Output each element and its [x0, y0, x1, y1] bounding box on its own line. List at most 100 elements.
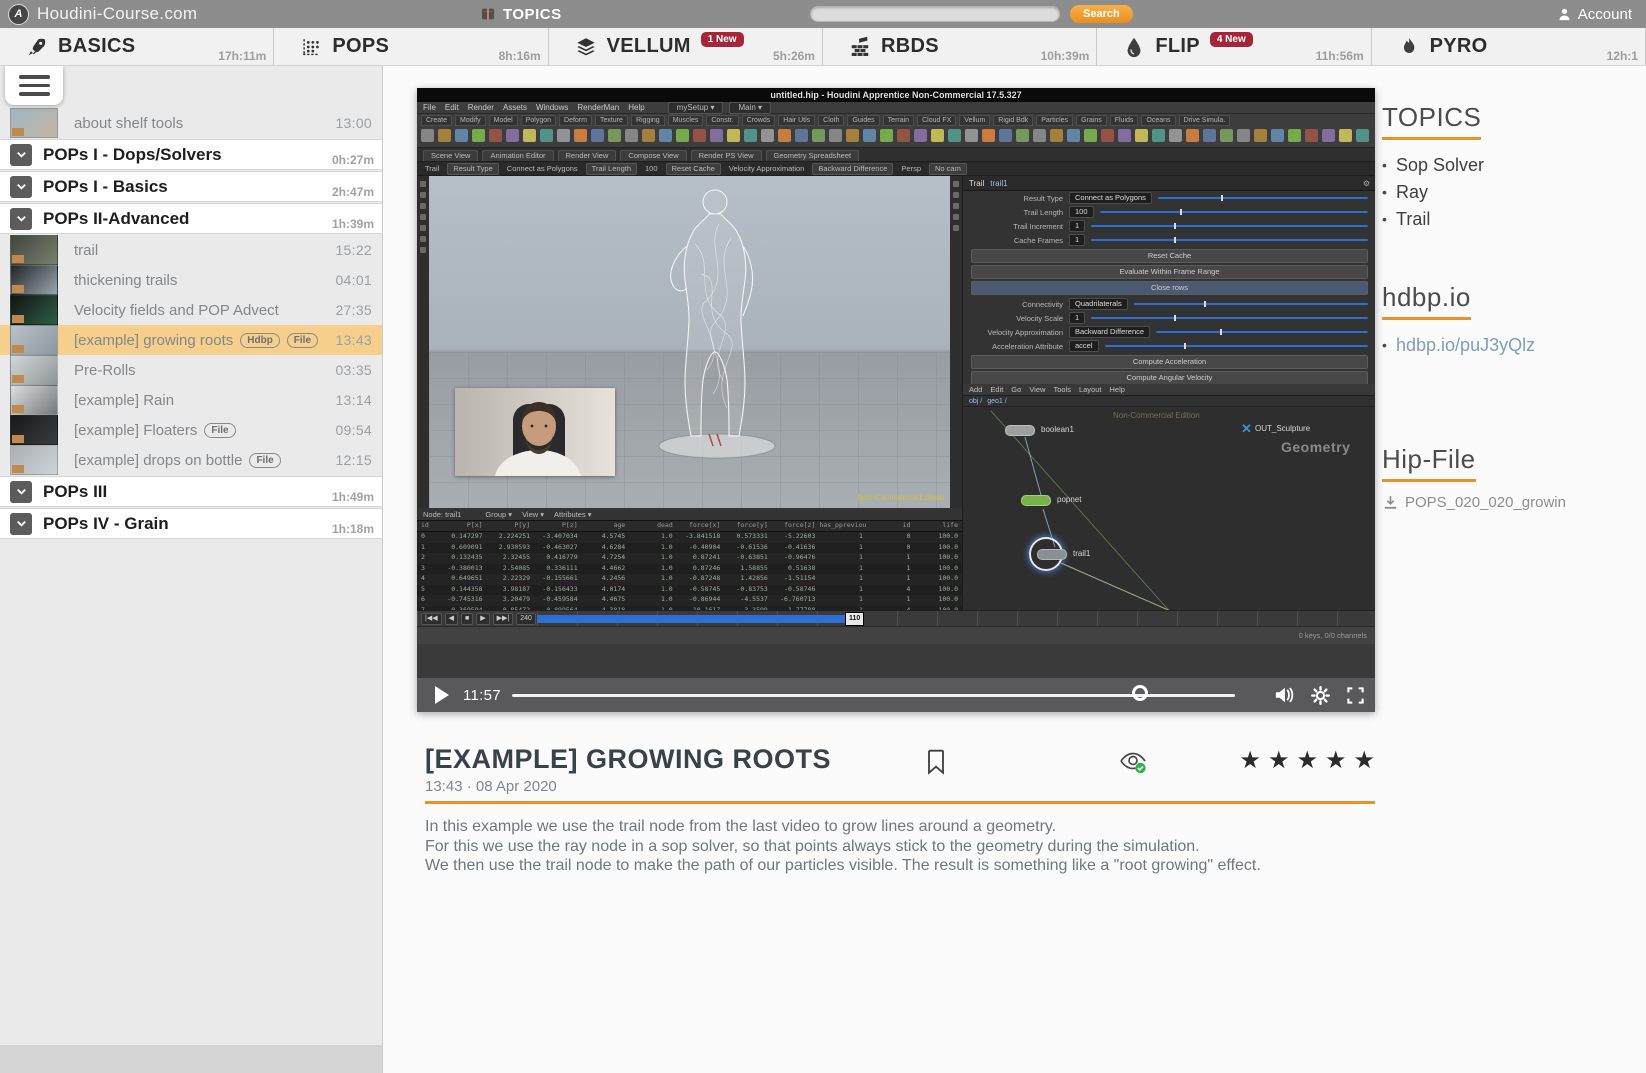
houdini-menu-item[interactable]: Windows: [536, 103, 568, 112]
chevron-down-icon[interactable]: [10, 208, 32, 230]
houdini-desktop-select[interactable]: mySetup ▾: [668, 102, 724, 114]
viewport-toolbar-item[interactable]: Backward Difference: [812, 163, 893, 175]
houdini-menu-item[interactable]: Assets: [503, 103, 527, 112]
tab-pops[interactable]: POPS8h:16m: [274, 28, 548, 65]
sheet-toolbar-item[interactable]: View ▾: [522, 510, 544, 519]
shelf-tool-icon[interactable]: [795, 129, 808, 142]
settings-gear-icon[interactable]: [1311, 686, 1330, 705]
shelf-tool-icon[interactable]: [897, 129, 910, 142]
houdini-timeline[interactable]: |◀◀◀■▶▶▶|240 110: [417, 610, 1375, 626]
network-path-crumb[interactable]: obj /: [969, 398, 982, 405]
shelf-tab[interactable]: Rigid Bdk: [993, 115, 1033, 126]
shelf-tool-icon[interactable]: [659, 129, 672, 142]
shelf-tab[interactable]: Oceans: [1141, 115, 1175, 126]
viewport-toolbar-item[interactable]: Reset Cache: [666, 163, 721, 175]
shelf-tool-icon[interactable]: [506, 129, 519, 142]
chevron-down-icon[interactable]: [10, 176, 32, 198]
transport-button[interactable]: 240: [516, 613, 536, 625]
transport-button[interactable]: ▶: [476, 613, 489, 625]
shelf-tool-icon[interactable]: [642, 129, 655, 142]
shelf-tool-icon[interactable]: [1339, 129, 1352, 142]
node-popnet[interactable]: [1021, 495, 1051, 506]
site-title[interactable]: Houdini-Course.com: [37, 4, 197, 24]
star-icon[interactable]: ★: [1296, 748, 1318, 774]
network-menu-item[interactable]: Add: [969, 385, 982, 394]
network-menu-item[interactable]: Help: [1109, 385, 1124, 394]
watched-eye-icon[interactable]: [1118, 748, 1148, 776]
section-row[interactable]: POPs II-Advanced1h:39m: [0, 203, 382, 234]
viewport-toolbar-item[interactable]: No cam: [929, 163, 967, 175]
star-icon[interactable]: ★: [1239, 748, 1261, 774]
shelf-tool-icon[interactable]: [421, 129, 434, 142]
shelf-tool-icon[interactable]: [999, 129, 1012, 142]
shelf-tool-icon[interactable]: [523, 129, 536, 142]
shelf-tab[interactable]: Fluids: [1110, 115, 1139, 126]
shelf-tab[interactable]: Muscles: [668, 115, 704, 126]
shelf-tab[interactable]: Create: [421, 115, 452, 126]
chevron-down-icon[interactable]: [10, 481, 32, 503]
transport-button[interactable]: ▶▶|: [493, 613, 514, 625]
star-icon[interactable]: ★: [1325, 748, 1347, 774]
video-player[interactable]: untitled.hip - Houdini Apprentice Non-Co…: [417, 88, 1375, 712]
chevron-down-icon[interactable]: [10, 144, 32, 166]
parameter-button[interactable]: Close rows: [971, 281, 1368, 295]
houdini-desktop-select[interactable]: Main ▾: [729, 102, 771, 114]
shelf-tool-icon[interactable]: [931, 129, 944, 142]
bookmark-icon[interactable]: [923, 748, 949, 776]
video-list-item[interactable]: thickening trails04:01: [0, 265, 382, 295]
topic-item[interactable]: Trail: [1382, 206, 1644, 233]
parameter-button[interactable]: Compute Angular Velocity: [971, 371, 1368, 384]
shelf-tool-icon[interactable]: [1254, 129, 1267, 142]
viewport-toolbar-item[interactable]: Trail Length: [586, 163, 637, 175]
houdini-menu-item[interactable]: RenderMan: [577, 103, 619, 112]
section-row[interactable]: POPs I - Dops/Solvers0h:27m: [0, 139, 382, 170]
shelf-tab[interactable]: Cloud FX: [917, 115, 956, 126]
play-button[interactable]: [435, 686, 449, 704]
viewport-toolbar-item[interactable]: Persp: [901, 164, 921, 173]
topic-item[interactable]: Ray: [1382, 179, 1644, 206]
shelf-tool-icon[interactable]: [812, 129, 825, 142]
tab-pyro[interactable]: PYRO12h:1: [1372, 28, 1646, 65]
video-list-item[interactable]: [example] FloatersFile09:54: [0, 415, 382, 445]
pane-tab[interactable]: Scene View: [423, 150, 478, 161]
section-row[interactable]: POPs I - Basics2h:47m: [0, 171, 382, 202]
shelf-tab[interactable]: Drive Simula.: [1179, 115, 1231, 126]
shelf-tool-icon[interactable]: [625, 129, 638, 142]
shelf-tool-icon[interactable]: [1135, 129, 1148, 142]
shelf-tab[interactable]: Constr.: [706, 115, 738, 126]
parameter-button[interactable]: Evaluate Within Frame Range: [971, 265, 1368, 279]
shelf-tool-icon[interactable]: [727, 129, 740, 142]
parameter-value[interactable]: accel: [1069, 340, 1099, 352]
shelf-tool-icon[interactable]: [1186, 129, 1199, 142]
network-menu-item[interactable]: Layout: [1079, 385, 1102, 394]
parameter-slider[interactable]: [1105, 345, 1368, 347]
shelf-tool-icon[interactable]: [455, 129, 468, 142]
network-path-crumb[interactable]: geo1 /: [987, 398, 1006, 405]
parameter-value[interactable]: 1: [1069, 220, 1085, 232]
transport-button[interactable]: ■: [461, 613, 473, 625]
hdbp-link[interactable]: hdbp.io/puJ3yQlz: [1396, 335, 1535, 355]
shelf-tool-icon[interactable]: [1050, 129, 1063, 142]
shelf-tool-icon[interactable]: [1067, 129, 1080, 142]
shelf-tab[interactable]: Grains: [1076, 115, 1107, 126]
node-boolean1[interactable]: [1005, 425, 1035, 436]
fullscreen-icon[interactable]: [1346, 686, 1365, 705]
chevron-down-icon[interactable]: [10, 513, 32, 535]
shelf-tab[interactable]: Terrain: [883, 115, 914, 126]
network-menu-item[interactable]: Edit: [990, 385, 1003, 394]
shelf-tool-icon[interactable]: [1271, 129, 1284, 142]
shelf-tool-icon[interactable]: [1220, 129, 1233, 142]
shelf-tool-icon[interactable]: [1118, 129, 1131, 142]
sheet-toolbar-item[interactable]: Attributes ▾: [554, 510, 592, 519]
shelf-tab[interactable]: Polygon: [521, 115, 556, 126]
shelf-tab[interactable]: Rigging: [631, 115, 665, 126]
seek-bar[interactable]: [512, 694, 1235, 697]
video-list-item[interactable]: about shelf tools13:00: [0, 108, 382, 138]
shelf-tool-icon[interactable]: [710, 129, 723, 142]
shelf-tool-icon[interactable]: [1101, 129, 1114, 142]
shelf-tool-icon[interactable]: [778, 129, 791, 142]
topic-item[interactable]: Sop Solver: [1382, 152, 1644, 179]
parameter-button[interactable]: Compute Acceleration: [971, 355, 1368, 369]
network-menu-item[interactable]: Go: [1011, 385, 1021, 394]
video-list-item[interactable]: Pre-Rolls03:35: [0, 355, 382, 385]
